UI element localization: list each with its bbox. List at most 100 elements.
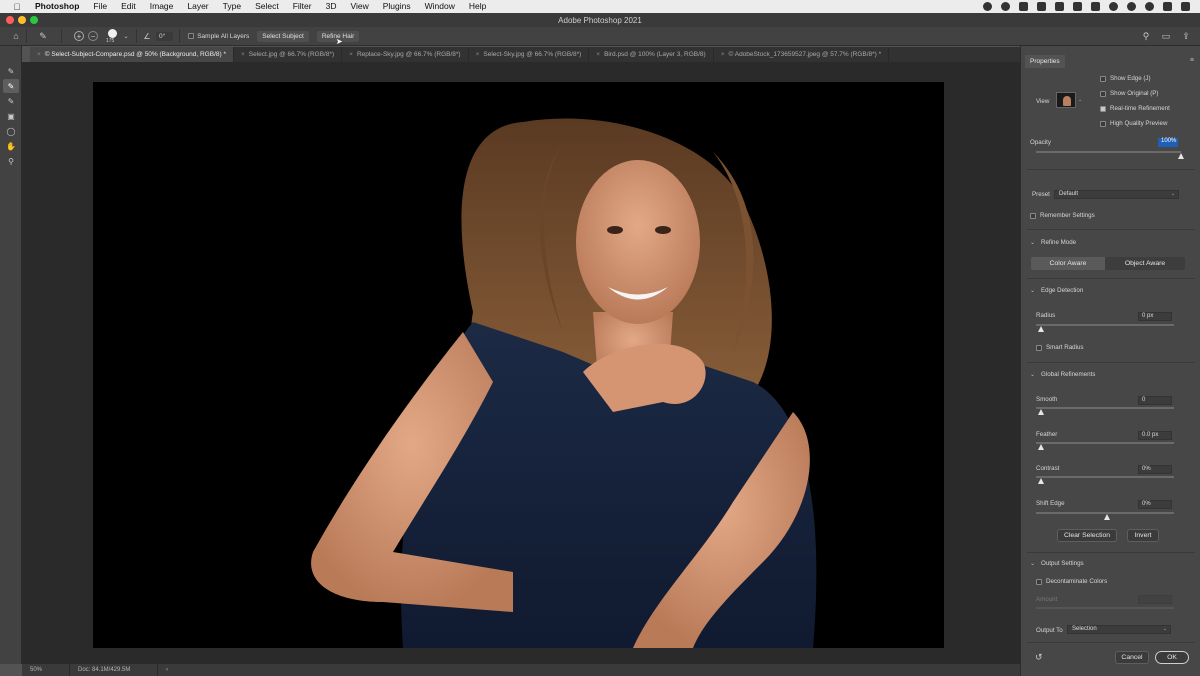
doc-tab-replace-sky[interactable]: × Replace-Sky.jpg @ 66.7% (RGB/8*) bbox=[342, 47, 469, 62]
contrast-slider-thumb[interactable] bbox=[1038, 478, 1044, 484]
menu-app-name[interactable]: Photoshop bbox=[28, 0, 86, 13]
close-tab-icon[interactable]: × bbox=[241, 51, 245, 58]
zoom-tool-icon[interactable]: ⚲ bbox=[3, 154, 19, 168]
gear-status-icon[interactable] bbox=[983, 2, 992, 11]
menu-filter[interactable]: Filter bbox=[286, 0, 319, 13]
opacity-field[interactable]: 100% bbox=[1158, 138, 1178, 147]
dropbox-icon[interactable] bbox=[1037, 2, 1046, 11]
brush-tool-icon[interactable]: ✎ bbox=[3, 94, 19, 108]
output-to-select[interactable]: Selection ⌄ bbox=[1067, 625, 1171, 634]
control-center-icon[interactable] bbox=[1181, 2, 1190, 11]
doc-tab-adobestock[interactable]: × © AdobeStock_173659527.jpeg @ 57.7% (R… bbox=[714, 47, 890, 62]
contrast-slider-track[interactable] bbox=[1036, 476, 1174, 478]
brush-tool-preset-icon[interactable]: ✎ bbox=[37, 30, 49, 42]
feather-field[interactable]: 0.0 px bbox=[1138, 431, 1172, 440]
battery-icon[interactable] bbox=[1055, 2, 1064, 11]
clear-selection-button[interactable]: Clear Selection bbox=[1057, 529, 1117, 542]
share-icon[interactable]: ⇪ bbox=[1180, 30, 1192, 42]
radius-slider-track[interactable] bbox=[1036, 324, 1174, 326]
brush-size-picker[interactable]: 175 bbox=[106, 28, 120, 44]
output-settings-header[interactable]: ⌄ Output Settings bbox=[1030, 560, 1084, 567]
view-mode-thumbnail[interactable] bbox=[1056, 92, 1076, 108]
lasso-tool-icon[interactable]: ◯ bbox=[3, 124, 19, 138]
shift-edge-field[interactable]: 0% bbox=[1138, 500, 1172, 509]
decontaminate-checkbox[interactable] bbox=[1036, 578, 1042, 585]
add-to-selection-icon[interactable]: + bbox=[74, 31, 84, 41]
feather-slider-thumb[interactable] bbox=[1038, 444, 1044, 450]
doc-tab-bird[interactable]: × Bird.psd @ 100% (Layer 3, RGB/8) bbox=[589, 47, 714, 62]
feather-slider-track[interactable] bbox=[1036, 442, 1174, 444]
opacity-slider-thumb[interactable] bbox=[1178, 153, 1184, 159]
chevron-down-icon[interactable]: ⌄ bbox=[120, 30, 132, 42]
menu-select[interactable]: Select bbox=[248, 0, 286, 13]
menu-type[interactable]: Type bbox=[216, 0, 248, 13]
menu-layer[interactable]: Layer bbox=[180, 0, 215, 13]
search-icon[interactable] bbox=[1163, 2, 1172, 11]
close-window-button[interactable] bbox=[6, 16, 14, 24]
creative-cloud-icon[interactable] bbox=[1001, 2, 1010, 11]
hand-tool-icon[interactable]: ✋ bbox=[3, 139, 19, 153]
canvas-workspace[interactable] bbox=[22, 62, 1020, 664]
home-icon[interactable]: ⌂ bbox=[10, 30, 22, 42]
smooth-slider-track[interactable] bbox=[1036, 407, 1174, 409]
refine-edge-brush-icon[interactable]: ✎ bbox=[3, 79, 19, 93]
menu-view[interactable]: View bbox=[343, 0, 375, 13]
refine-hair-button[interactable]: Refine Hair ➤ bbox=[316, 30, 360, 46]
search-icon[interactable]: ⚲ bbox=[1140, 30, 1152, 42]
smooth-slider-thumb[interactable] bbox=[1038, 409, 1044, 415]
siri-icon[interactable] bbox=[1145, 2, 1154, 11]
workspace-icon[interactable]: ▭ bbox=[1160, 30, 1172, 42]
show-original-checkbox[interactable] bbox=[1100, 90, 1106, 97]
angle-field[interactable]: 0° bbox=[156, 31, 174, 41]
menu-image[interactable]: Image bbox=[143, 0, 181, 13]
ok-button[interactable]: OK bbox=[1155, 651, 1189, 664]
global-refinements-header[interactable]: ⌄ Global Refinements bbox=[1030, 371, 1095, 378]
subtract-from-selection-icon[interactable]: − bbox=[88, 31, 98, 41]
doc-tab-select[interactable]: × Select.jpg @ 66.7% (RGB/8*) bbox=[234, 47, 343, 62]
apple-icon[interactable]:  bbox=[10, 0, 24, 13]
close-tab-icon[interactable]: × bbox=[596, 51, 600, 58]
refine-mode-header[interactable]: ⌄ Refine Mode bbox=[1030, 239, 1076, 246]
radius-slider-thumb[interactable] bbox=[1038, 326, 1044, 332]
document-canvas[interactable] bbox=[93, 82, 944, 648]
close-tab-icon[interactable]: × bbox=[37, 51, 41, 58]
menu-help[interactable]: Help bbox=[462, 0, 493, 13]
edge-detection-header[interactable]: ⌄ Edge Detection bbox=[1030, 287, 1083, 294]
reset-icon[interactable]: ↺ bbox=[1035, 652, 1043, 663]
airplay-icon[interactable] bbox=[1091, 2, 1100, 11]
menu-edit[interactable]: Edit bbox=[114, 0, 143, 13]
quick-selection-tool-icon[interactable]: ✎ bbox=[3, 64, 19, 78]
contrast-field[interactable]: 0% bbox=[1138, 465, 1172, 474]
properties-tab[interactable]: Properties bbox=[1025, 55, 1065, 68]
doc-tab-select-sky[interactable]: × Select-Sky.jpg @ 66.7% (RGB/8*) bbox=[469, 47, 590, 62]
invert-button[interactable]: Invert bbox=[1127, 529, 1159, 542]
smart-radius-checkbox[interactable] bbox=[1036, 344, 1042, 351]
zoom-level[interactable]: 50% bbox=[22, 664, 70, 676]
close-tab-icon[interactable]: × bbox=[349, 51, 353, 58]
minimize-window-button[interactable] bbox=[18, 16, 26, 24]
opacity-slider-track[interactable] bbox=[1036, 151, 1181, 153]
remember-settings-checkbox[interactable] bbox=[1030, 212, 1036, 219]
object-aware-button[interactable]: Object Aware bbox=[1105, 257, 1185, 270]
preset-select[interactable]: Default ⌄ bbox=[1054, 190, 1179, 199]
wifi-icon[interactable] bbox=[1109, 2, 1118, 11]
select-subject-button[interactable]: Select Subject bbox=[257, 30, 309, 42]
hq-preview-checkbox[interactable] bbox=[1100, 120, 1106, 127]
realtime-checkbox[interactable] bbox=[1100, 105, 1106, 112]
menu-plugins[interactable]: Plugins bbox=[376, 0, 418, 13]
close-tab-icon[interactable]: × bbox=[721, 51, 725, 58]
view-chevron-down-icon[interactable]: ⌄ bbox=[1078, 97, 1082, 103]
doc-tab-select-subject-compare[interactable]: × © Select-Subject-Compare.psd @ 50% (Ba… bbox=[30, 47, 234, 62]
menu-window[interactable]: Window bbox=[418, 0, 462, 13]
user-icon[interactable] bbox=[1127, 2, 1136, 11]
panel-menu-icon[interactable]: ≡ bbox=[1190, 57, 1194, 64]
screen-icon[interactable] bbox=[1019, 2, 1028, 11]
volume-icon[interactable] bbox=[1073, 2, 1082, 11]
radius-field[interactable]: 0 px bbox=[1138, 312, 1172, 321]
status-arrow-icon[interactable]: › bbox=[158, 664, 176, 676]
sample-all-layers-checkbox[interactable] bbox=[188, 33, 195, 39]
show-edge-checkbox[interactable] bbox=[1100, 75, 1106, 82]
zoom-window-button[interactable] bbox=[30, 16, 38, 24]
object-selection-icon[interactable]: ▣ bbox=[3, 109, 19, 123]
close-tab-icon[interactable]: × bbox=[476, 51, 480, 58]
